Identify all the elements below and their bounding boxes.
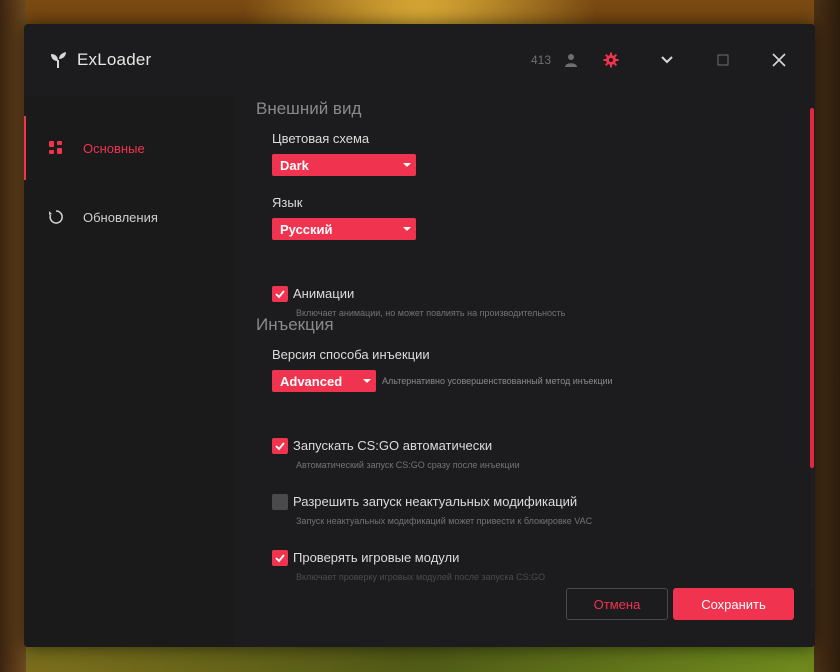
- outdated-mods-label: Разрешить запуск неактуальных модификаци…: [293, 494, 578, 509]
- animations-label: Анимации: [293, 286, 355, 301]
- cancel-button[interactable]: Отмена: [566, 588, 668, 620]
- language-select[interactable]: Русский: [272, 218, 416, 240]
- maximize-icon[interactable]: [713, 50, 733, 70]
- autostart-checkbox[interactable]: [272, 438, 288, 454]
- section-title-appearance: Внешний вид: [256, 99, 362, 118]
- background-tree-left: [0, 0, 26, 672]
- refresh-icon: [49, 210, 63, 224]
- section-title-injection: Инъекция: [256, 315, 334, 334]
- animations-checkbox[interactable]: [272, 286, 288, 302]
- outdated-mods-checkbox[interactable]: [272, 494, 288, 510]
- gear-icon[interactable]: [601, 50, 621, 70]
- settings-content[interactable]: Внешний вид Цветовая схема Dark Язык Рус…: [234, 96, 815, 647]
- injection-method-select[interactable]: Advanced: [272, 370, 376, 392]
- outdated-mods-hint: Запуск неактуальных модификаций может пр…: [296, 516, 593, 526]
- injection-method-value: Advanced: [280, 373, 343, 389]
- dropdown-caret-icon: [403, 227, 411, 231]
- close-icon[interactable]: [769, 50, 789, 70]
- sidebar-item-label: Основные: [83, 140, 145, 156]
- sidebar-item-general[interactable]: Основные: [24, 116, 234, 180]
- verify-modules-label: Проверять игровые модули: [293, 550, 460, 565]
- chevron-down-icon[interactable]: [657, 50, 677, 70]
- sidebar-item-label: Обновления: [83, 209, 158, 225]
- scrollbar-thumb[interactable]: [810, 108, 814, 468]
- checkmark-icon: [275, 290, 285, 299]
- user-icon[interactable]: [561, 50, 581, 70]
- language-label: Язык: [272, 195, 303, 210]
- language-value: Русский: [280, 221, 333, 237]
- user-count: 413: [531, 53, 552, 67]
- sidebar-item-updates[interactable]: Обновления: [24, 185, 234, 249]
- title-bar[interactable]: ExLoader 413: [24, 24, 815, 96]
- color-scheme-label: Цветовая схема: [272, 131, 370, 146]
- dropdown-caret-icon: [403, 163, 411, 167]
- background-tree-right: [814, 0, 840, 672]
- app-title: ExLoader: [77, 50, 152, 69]
- color-scheme-select[interactable]: Dark: [272, 154, 416, 176]
- checkmark-icon: [275, 442, 285, 451]
- animations-hint: Включает анимации, но может повлиять на …: [296, 308, 566, 318]
- autostart-hint: Автоматический запуск CS:GO сразу после …: [296, 460, 520, 470]
- sidebar: Основные Обновления: [24, 96, 234, 647]
- injection-method-label: Версия способа инъекции: [272, 347, 430, 362]
- grid-icon: [49, 141, 62, 154]
- verify-modules-checkbox[interactable]: [272, 550, 288, 566]
- verify-modules-hint: Включает проверку игровых модулей после …: [296, 572, 546, 582]
- logo-icon: [51, 52, 66, 68]
- dropdown-caret-icon: [363, 379, 371, 383]
- color-scheme-value: Dark: [280, 157, 309, 173]
- checkmark-icon: [275, 554, 285, 563]
- settings-window: ExLoader 413 Основные Обновления Внешний…: [24, 24, 815, 647]
- save-button[interactable]: Сохранить: [673, 588, 794, 620]
- injection-method-hint: Альтернативно усовершенствованный метод …: [382, 376, 613, 386]
- autostart-label: Запускать CS:GO автоматически: [293, 438, 493, 453]
